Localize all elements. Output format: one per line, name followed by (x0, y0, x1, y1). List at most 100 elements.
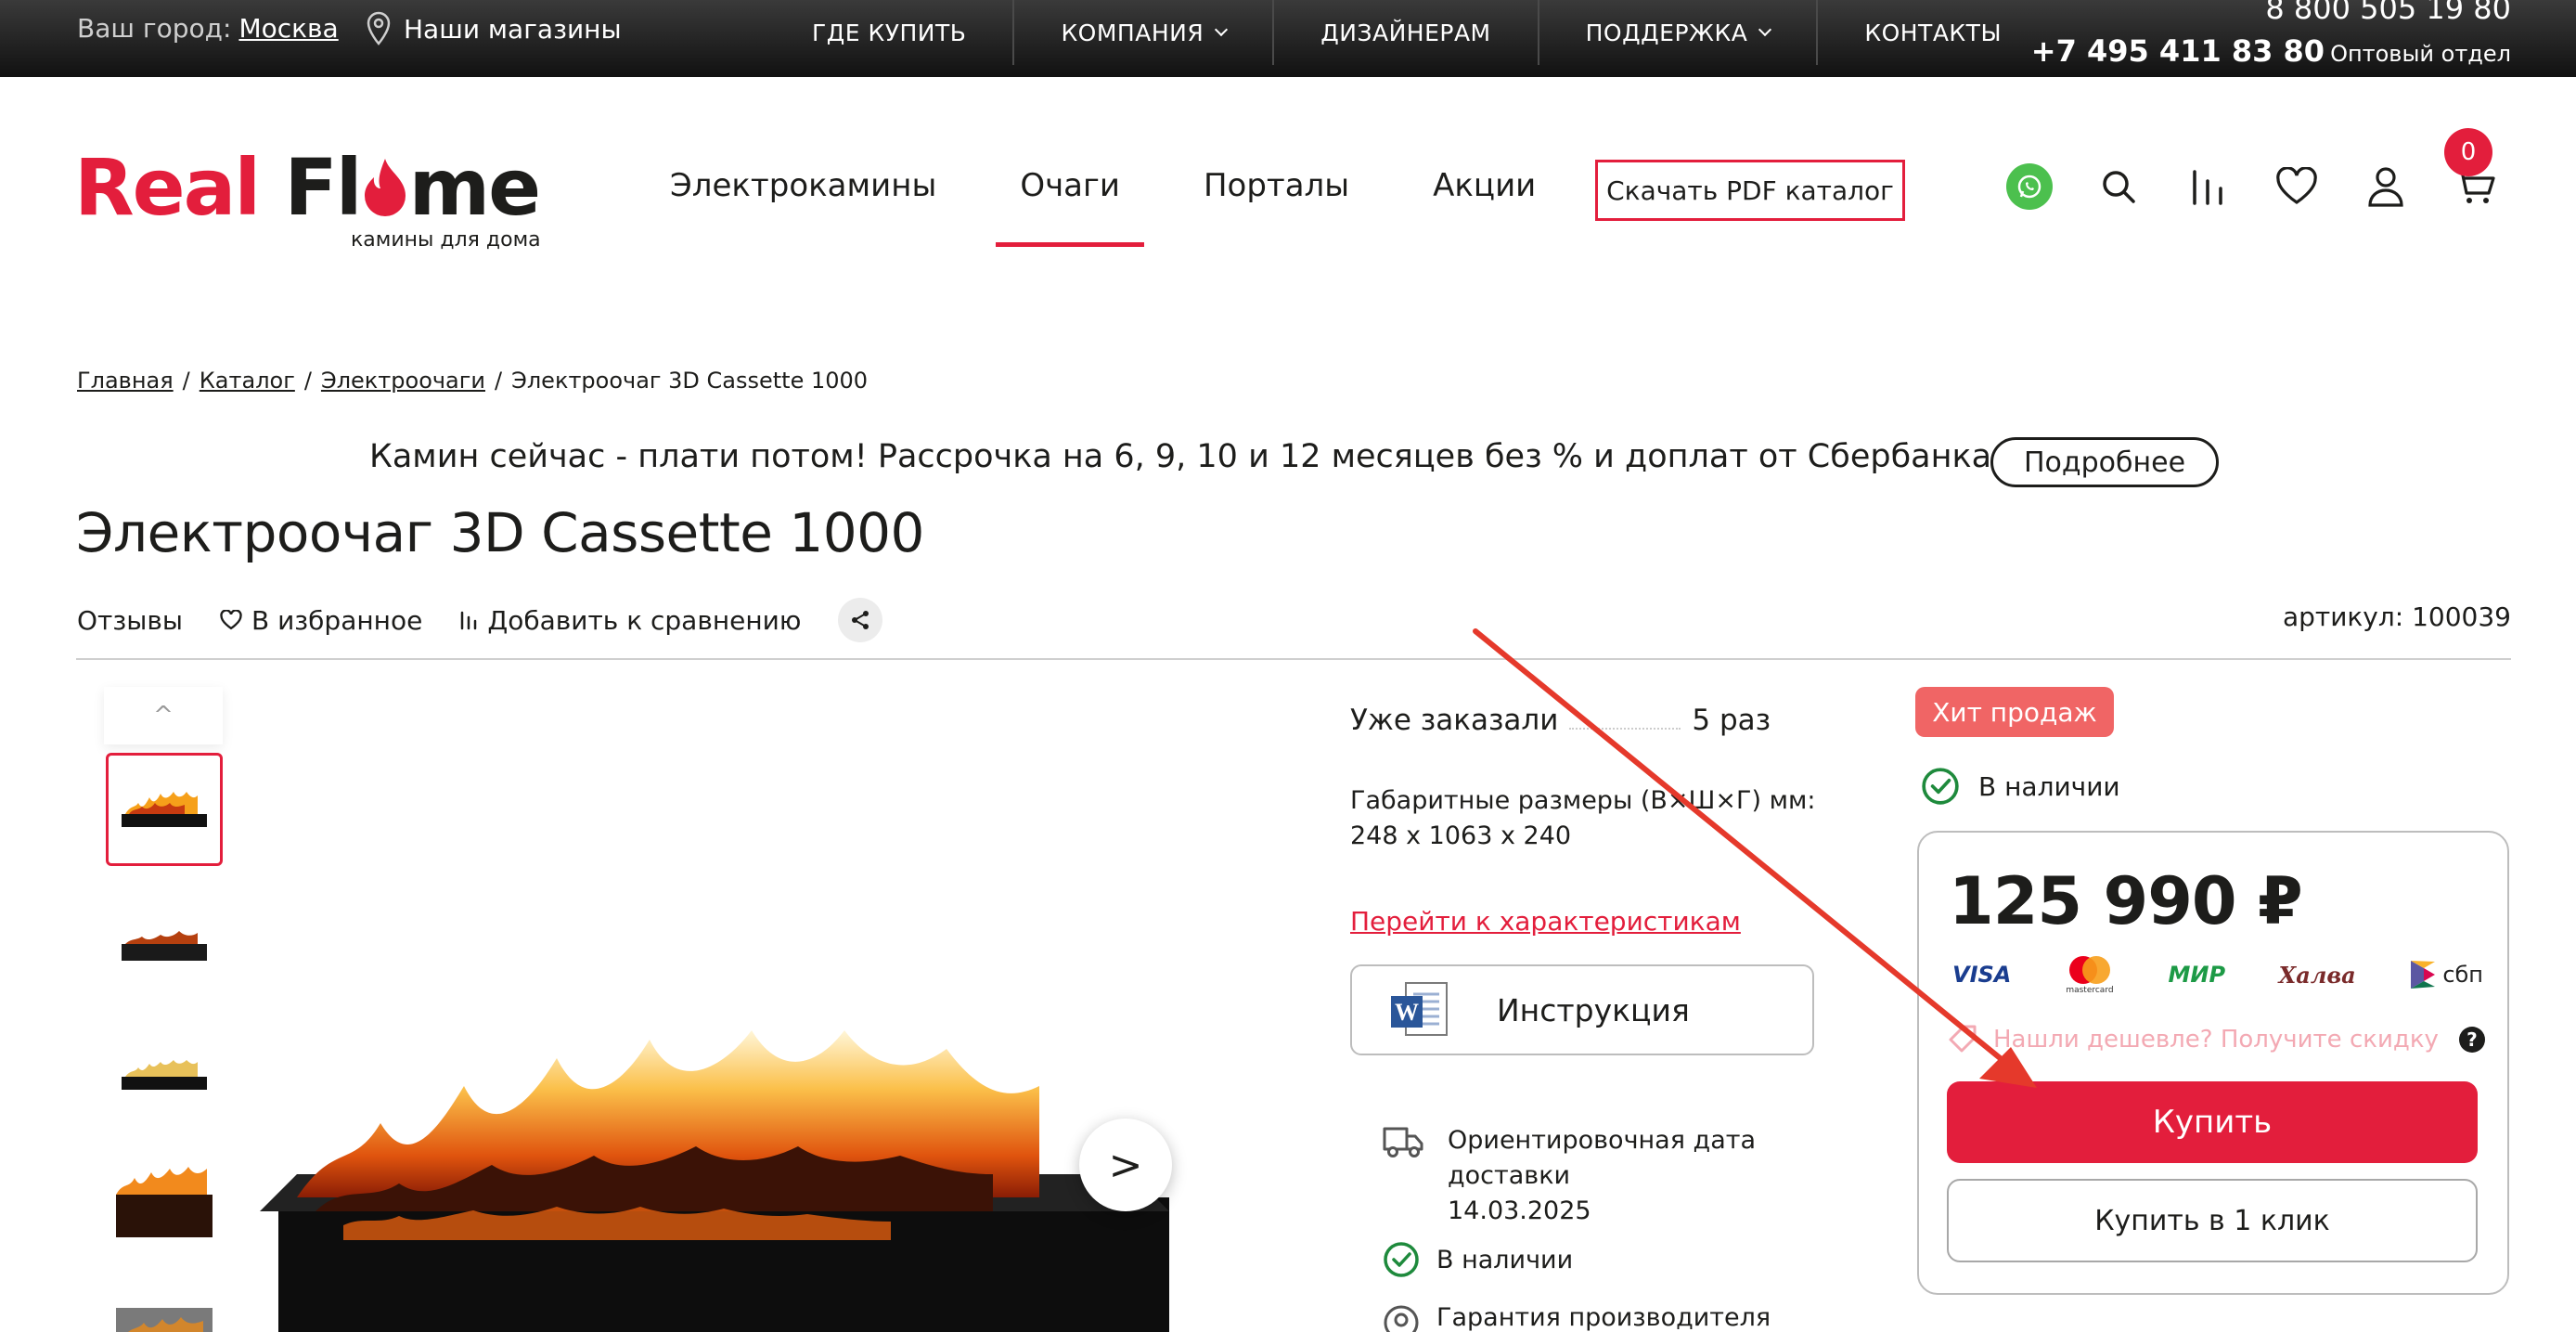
mir-icon: МИР (2168, 962, 2226, 988)
divider (76, 658, 2511, 660)
heart-icon (220, 610, 242, 630)
nav-electric-fireplaces[interactable]: Электрокамины (670, 167, 936, 247)
chevron-down-icon (1758, 22, 1772, 37)
main-nav: Электрокамины Очаги Порталы Акции (670, 167, 1536, 247)
header-icons (2006, 163, 2498, 210)
stores-link[interactable]: Наши магазины (367, 11, 622, 46)
dotted-leader (1569, 728, 1681, 730)
nav-hearths[interactable]: Очаги (996, 167, 1144, 247)
reviews-link[interactable]: Отзывы (77, 605, 183, 636)
logo-tagline: камины для дома (351, 228, 541, 252)
breadcrumb-home[interactable]: Главная (77, 368, 174, 394)
top-nav-label: ПОДДЕРЖКА (1585, 19, 1748, 46)
breadcrumb-hearths[interactable]: Электроочаги (321, 368, 485, 394)
top-nav-designers[interactable]: ДИЗАЙНЕРАМ (1272, 0, 1537, 65)
top-nav-label: ГДЕ КУПИТЬ (812, 19, 967, 46)
city-selector: Ваш город: Москва (77, 13, 339, 44)
thumbnail-2[interactable] (106, 887, 223, 1001)
cart-count-badge: 0 (2444, 128, 2492, 176)
instruction-button[interactable]: W Инструкция (1350, 964, 1814, 1055)
instruction-label: Инструкция (1497, 991, 1690, 1028)
top-nav-contacts[interactable]: КОНТАКТЫ (1816, 0, 2048, 65)
thumbnail-4[interactable] (106, 1144, 223, 1257)
compare-icon[interactable] (2184, 163, 2231, 210)
logo-me: me (408, 142, 541, 233)
thumbnail-image (122, 931, 207, 961)
phone-wholesale-number: +7 495 411 83 80 (2030, 33, 2325, 69)
heart-icon[interactable] (2273, 163, 2320, 210)
location-pin-icon (367, 11, 391, 45)
favorite-label: В избранное (251, 604, 423, 636)
payment-methods: VISA mastercard МИР Халва сбп (1952, 954, 2483, 995)
top-nav-label: ДИЗАЙНЕРАМ (1320, 19, 1491, 46)
warranty-info: Гарантия производителя (1383, 1303, 1771, 1332)
buy-one-click-button[interactable]: Купить в 1 клик (1947, 1179, 2478, 1262)
chevron-right-icon: > (1108, 1141, 1143, 1189)
logo[interactable]: Real Fl me камины для дома (74, 149, 541, 252)
top-nav-company[interactable]: КОМПАНИЯ (1012, 0, 1272, 65)
ordered-value: 5 раз (1692, 704, 1771, 737)
promo-details-button[interactable]: Подробнее (1990, 437, 2219, 487)
tag-icon (1949, 1025, 1977, 1053)
thumbnails-up-button[interactable]: ^ (104, 687, 223, 744)
thumbnail-image (116, 1167, 213, 1237)
breadcrumb-catalog[interactable]: Каталог (200, 368, 295, 394)
visa-icon: VISA (1952, 962, 2012, 988)
phone-free[interactable]: 8 800 505 19 80 (2031, 0, 2511, 26)
stores-label: Наши магазины (404, 13, 622, 45)
chevron-up-icon: ^ (153, 702, 174, 730)
ordered-count: Уже заказали 5 раз (1350, 704, 1771, 737)
thumbnail-5[interactable] (106, 1272, 223, 1332)
found-cheaper-link[interactable]: Нашли дешевле? Получите скидку ? (1947, 1023, 2485, 1056)
logo-real: Real (74, 142, 261, 233)
thumbnail-1[interactable] (106, 753, 223, 866)
delivery-date: 14.03.2025 (1448, 1196, 1591, 1225)
buy-button[interactable]: Купить (1947, 1081, 2478, 1163)
thumbnail-image (116, 1308, 213, 1332)
download-pdf-catalog-button[interactable]: Скачать PDF каталог (1595, 160, 1905, 221)
add-to-compare-link[interactable]: Добавить к сравнению (459, 605, 801, 636)
go-to-specs-link[interactable]: Перейти к характеристикам (1350, 906, 1741, 937)
warranty-badge-icon (1384, 1305, 1419, 1332)
word-document-icon: W (1391, 982, 1448, 1036)
city-label: Ваш город: (77, 13, 232, 44)
phone-wholesale-note: Оптовый отдел (2330, 41, 2511, 67)
flame-icon (364, 159, 406, 216)
dimensions-label: Габаритные размеры (В×Ш×Г) мм: (1350, 786, 1816, 815)
check-circle-icon (1922, 768, 1959, 805)
truck-icon (1383, 1127, 1423, 1157)
stock-status-info: В наличии (1383, 1241, 1573, 1278)
product-sku: артикул: 100039 (2282, 601, 2511, 632)
city-link[interactable]: Москва (238, 13, 338, 44)
question-icon[interactable]: ? (2458, 1027, 2485, 1053)
compare-icon (461, 611, 477, 630)
sbp-label: сбп (2442, 962, 2483, 988)
dimensions-value: 248 x 1063 x 240 (1350, 821, 1572, 850)
add-to-favorites-link[interactable]: В избранное (220, 605, 422, 636)
thumbnail-3[interactable] (106, 1015, 223, 1129)
product-actions: Отзывы В избранное Добавить к сравнению (77, 598, 883, 642)
whatsapp-icon[interactable] (2006, 163, 2053, 210)
reviews-label: Отзывы (77, 604, 183, 636)
product-price: 125 990 ₽ (1949, 863, 2303, 939)
top-nav-where-to-buy[interactable]: ГДЕ КУПИТЬ (766, 0, 1012, 65)
nav-portals[interactable]: Порталы (1204, 167, 1349, 247)
check-circle-icon (1384, 1242, 1419, 1277)
user-icon[interactable] (2363, 163, 2409, 210)
availability: В наличии (1921, 767, 2120, 806)
sbp-icon: сбп (2409, 959, 2483, 990)
phone-wholesale[interactable]: +7 495 411 83 80 Оптовый отдел (2031, 33, 2511, 69)
compare-label: Добавить к сравнению (487, 604, 802, 636)
top-nav-support[interactable]: ПОДДЕРЖКА (1537, 0, 1817, 65)
dimensions: Габаритные размеры (В×Ш×Г) мм: 248 x 106… (1350, 783, 1815, 854)
svg-text:W: W (1395, 999, 1419, 1026)
product-title: Электроочаг 3D Cassette 1000 (76, 501, 924, 564)
share-button[interactable] (838, 598, 883, 642)
nav-promotions[interactable]: Акции (1433, 167, 1536, 247)
logo-wordmark: Real Fl me (74, 149, 541, 226)
in-stock-label: В наличии (1436, 1245, 1574, 1274)
search-icon[interactable] (2095, 163, 2142, 210)
warranty-label: Гарантия производителя (1436, 1303, 1771, 1332)
availability-label: В наличии (1978, 770, 2120, 802)
gallery-next-button[interactable]: > (1079, 1119, 1172, 1211)
